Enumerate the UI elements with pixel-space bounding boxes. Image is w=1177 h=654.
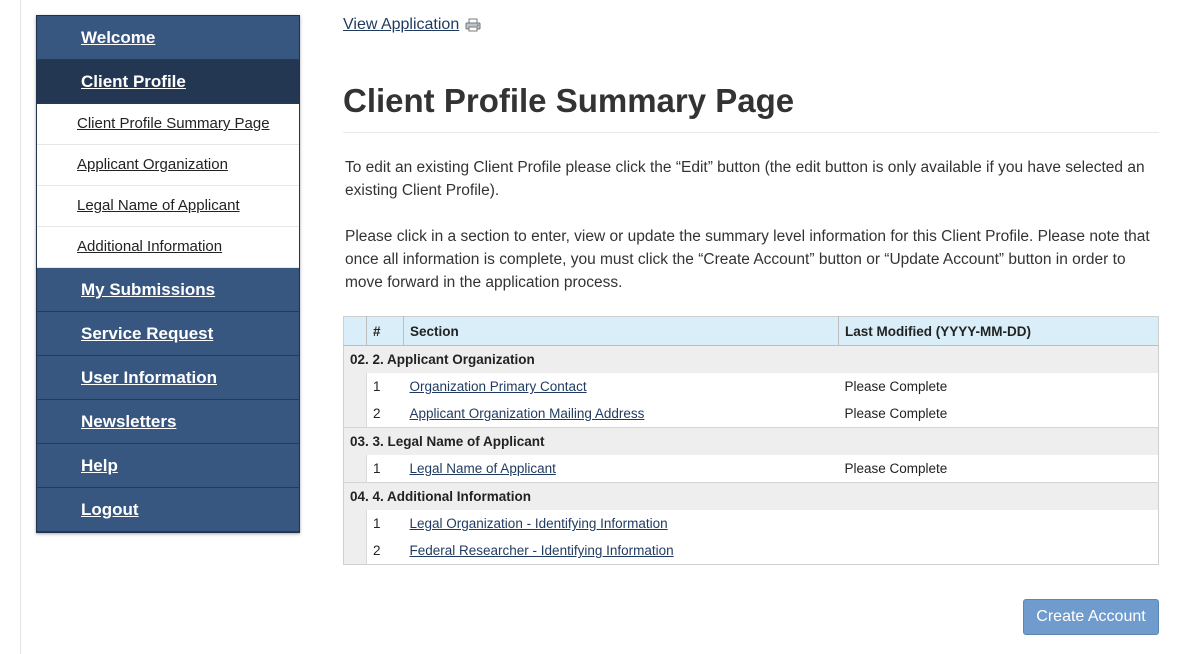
group-title: 03. 3. Legal Name of Applicant [343, 427, 1159, 455]
sidebar-item-help[interactable]: Help [37, 444, 299, 488]
row-number: 2 [366, 400, 404, 428]
sidebar-item-logout[interactable]: Logout [37, 488, 299, 532]
sidebar-item-my-submissions[interactable]: My Submissions [37, 268, 299, 312]
sidebar-item-service-request[interactable]: Service Request [37, 312, 299, 356]
group-row: 04. 4. Additional Information [343, 482, 1159, 510]
summary-table: # Section Last Modified (YYYY-MM-DD) 02.… [343, 316, 1159, 565]
row-gutter [343, 510, 367, 537]
header-section: Section [403, 316, 839, 346]
sidebar-nav: Welcome Client Profile Client Profile Su… [36, 15, 300, 533]
row-last-modified: Please Complete [838, 400, 1159, 428]
group-row: 02. 2. Applicant Organization [343, 345, 1159, 373]
table-row: 1 Legal Organization - Identifying Infor… [343, 510, 1159, 537]
sidebar-subitem-additional-information[interactable]: Additional Information [37, 227, 299, 268]
sidebar-item-welcome[interactable]: Welcome [37, 16, 299, 60]
section-link-legal-name[interactable]: Legal Name of Applicant [410, 461, 556, 476]
view-application-link[interactable]: View Application [343, 16, 481, 34]
row-number: 1 [366, 510, 404, 537]
row-last-modified [838, 537, 1159, 565]
group-title: 04. 4. Additional Information [343, 482, 1159, 510]
table-row: 1 Organization Primary Contact Please Co… [343, 373, 1159, 400]
row-gutter [343, 537, 367, 565]
row-number: 2 [366, 537, 404, 565]
sidebar-item-user-information[interactable]: User Information [37, 356, 299, 400]
sidebar-item-client-profile[interactable]: Client Profile [37, 60, 299, 104]
view-application-label: View Application [343, 16, 460, 33]
group-row: 03. 3. Legal Name of Applicant [343, 427, 1159, 455]
group-title: 02. 2. Applicant Organization [343, 345, 1159, 373]
sidebar-subitem-client-profile-summary[interactable]: Client Profile Summary Page [37, 104, 299, 145]
header-number: # [366, 316, 404, 346]
left-border [0, 0, 21, 654]
page-title: Client Profile Summary Page [343, 82, 795, 119]
row-last-modified [838, 510, 1159, 537]
section-link-federal-researcher[interactable]: Federal Researcher - Identifying Informa… [410, 543, 674, 558]
printer-icon [465, 18, 481, 32]
sidebar-subitem-applicant-organization[interactable]: Applicant Organization [37, 145, 299, 186]
row-last-modified: Please Complete [838, 373, 1159, 400]
table-row: 2 Applicant Organization Mailing Address… [343, 400, 1159, 428]
sidebar-item-newsletters[interactable]: Newsletters [37, 400, 299, 444]
title-divider [343, 132, 1159, 133]
row-number: 1 [366, 373, 404, 400]
row-last-modified: Please Complete [838, 455, 1159, 483]
section-link-legal-organization[interactable]: Legal Organization - Identifying Informa… [410, 516, 668, 531]
section-instructions: Please click in a section to enter, view… [345, 228, 1150, 291]
edit-instructions: To edit an existing Client Profile pleas… [345, 159, 1145, 199]
row-gutter [343, 373, 367, 400]
sidebar-subitem-legal-name[interactable]: Legal Name of Applicant [37, 186, 299, 227]
header-spacer [343, 316, 367, 346]
table-row: 1 Legal Name of Applicant Please Complet… [343, 455, 1159, 483]
table-header-row: # Section Last Modified (YYYY-MM-DD) [343, 316, 1159, 346]
header-last-modified: Last Modified (YYYY-MM-DD) [838, 316, 1159, 346]
section-link-organization-primary-contact[interactable]: Organization Primary Contact [410, 379, 587, 394]
row-gutter [343, 455, 367, 483]
row-number: 1 [366, 455, 404, 483]
section-link-mailing-address[interactable]: Applicant Organization Mailing Address [410, 406, 645, 421]
table-row: 2 Federal Researcher - Identifying Infor… [343, 537, 1159, 565]
create-account-button[interactable]: Create Account [1023, 599, 1159, 635]
row-gutter [343, 400, 367, 428]
